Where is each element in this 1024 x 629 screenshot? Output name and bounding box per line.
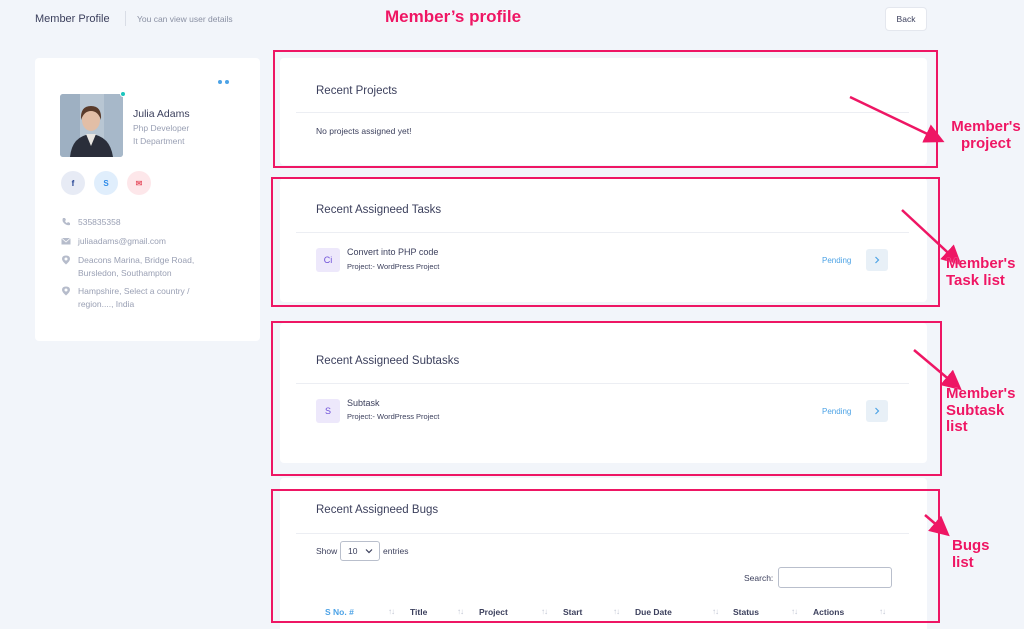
annotation-task-label: Member's Task list — [946, 255, 1016, 289]
annotation-arrow — [849, 95, 945, 143]
annotation-project-label: Member's project — [951, 118, 1021, 152]
annotation-subtask-label: Member's Subtask list — [946, 385, 1016, 435]
annotation-arrow — [913, 349, 962, 391]
annotation-arrow — [924, 514, 950, 537]
annotation-bugs-label: Bugs list — [952, 537, 990, 571]
annotation-arrows — [849, 95, 962, 537]
annotation-profile-label: Member’s profile — [385, 7, 522, 26]
